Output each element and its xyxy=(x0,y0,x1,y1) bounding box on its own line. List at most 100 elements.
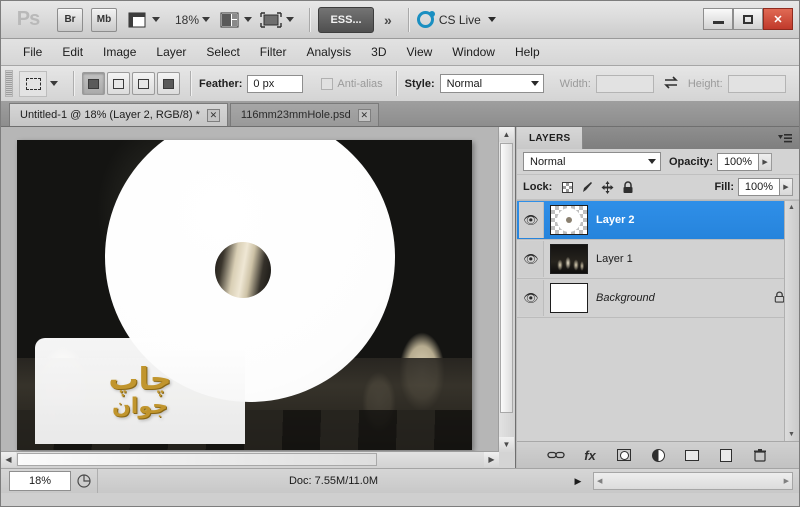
layer-thumbnail[interactable] xyxy=(550,205,588,235)
view-extras-icon[interactable] xyxy=(125,9,149,31)
scroll-down-icon[interactable]: ▼ xyxy=(499,437,514,452)
scroll-up-icon[interactable]: ▲ xyxy=(499,127,514,142)
delete-layer-icon[interactable] xyxy=(751,446,769,464)
panel-menu-icon[interactable] xyxy=(771,127,799,149)
menu-analysis[interactable]: Analysis xyxy=(296,42,361,62)
menu-image[interactable]: Image xyxy=(93,42,146,62)
menu-window[interactable]: Window xyxy=(442,42,505,62)
launch-mini-bridge-button[interactable]: Mb xyxy=(91,7,117,32)
arrange-documents-icon[interactable] xyxy=(259,9,283,31)
zoom-chevron-down-icon[interactable] xyxy=(202,17,211,22)
layer-name[interactable]: Layer 2 xyxy=(596,214,795,226)
workspace-more-button[interactable]: » xyxy=(384,12,392,28)
scroll-right-icon[interactable]: ▶ xyxy=(484,452,499,467)
lock-all-icon[interactable] xyxy=(619,179,636,196)
style-select[interactable]: Normal xyxy=(439,74,544,93)
layers-scroll-up-icon[interactable]: ▲ xyxy=(785,201,798,214)
workspace-switcher-button[interactable]: ESS... xyxy=(318,6,375,33)
status-expand-icon[interactable]: ▶ xyxy=(569,469,587,493)
layer-visibility-toggle[interactable]: 👁 xyxy=(519,241,544,277)
layer-name[interactable]: Background xyxy=(596,292,774,304)
intersect-with-selection-button[interactable] xyxy=(157,72,180,95)
minimize-button[interactable] xyxy=(703,8,733,30)
canvas-area[interactable]: چاپ جوان ▲ ▼ ◀ ▶ xyxy=(1,127,516,468)
close-button[interactable]: ✕ xyxy=(763,8,793,30)
new-adjustment-layer-icon[interactable] xyxy=(649,446,667,464)
width-input[interactable] xyxy=(595,74,654,93)
height-label: Height: xyxy=(687,77,723,90)
layer-visibility-toggle[interactable]: 👁 xyxy=(519,202,544,238)
layers-scroll-down-icon[interactable]: ▼ xyxy=(785,428,798,441)
view-extras-chevron-down-icon[interactable] xyxy=(152,17,160,22)
tool-preset-chevron-down-icon[interactable] xyxy=(50,81,58,86)
new-group-icon[interactable] xyxy=(683,446,701,464)
blend-mode-chevron-down-icon xyxy=(648,159,656,164)
layer-visibility-toggle[interactable]: 👁 xyxy=(519,280,544,316)
layer-thumbnail[interactable] xyxy=(550,283,588,313)
status-zoom-input[interactable]: 18% xyxy=(9,471,71,491)
new-selection-button[interactable] xyxy=(82,72,105,95)
arrange-documents-chevron-down-icon[interactable] xyxy=(286,17,295,22)
swap-width-height-icon[interactable] xyxy=(663,75,679,92)
close-icon[interactable]: ✕ xyxy=(206,108,220,122)
lock-position-icon[interactable] xyxy=(599,179,616,196)
maximize-button[interactable] xyxy=(733,8,763,30)
add-to-selection-button[interactable] xyxy=(107,72,130,95)
lock-transparent-pixels-icon[interactable] xyxy=(559,179,576,196)
anti-alias-checkbox[interactable]: Anti-alias xyxy=(321,77,387,90)
canvas-horizontal-scrollbar[interactable]: ◀ ▶ xyxy=(1,451,499,468)
tab-layers[interactable]: LAYERS xyxy=(517,127,584,149)
layer-name[interactable]: Layer 1 xyxy=(596,253,795,265)
status-scroll-right-icon[interactable]: ▶ xyxy=(784,477,789,485)
blend-mode-select[interactable]: Normal xyxy=(523,152,661,171)
layers-vertical-scrollbar[interactable]: ▲ ▼ xyxy=(784,201,799,441)
menu-help[interactable]: Help xyxy=(505,42,550,62)
feather-input[interactable]: 0 px xyxy=(247,74,304,93)
link-layers-icon[interactable] xyxy=(547,446,565,464)
height-input[interactable] xyxy=(727,74,786,93)
menu-3d[interactable]: 3D xyxy=(361,42,396,62)
scrollbar-corner xyxy=(499,452,515,468)
layer-thumbnail[interactable] xyxy=(550,244,588,274)
cs-live-chevron-down-icon[interactable] xyxy=(487,17,496,22)
launch-bridge-button[interactable]: Br xyxy=(57,7,83,32)
menu-view[interactable]: View xyxy=(396,42,442,62)
artboard[interactable]: چاپ جوان xyxy=(17,140,472,450)
subtract-from-selection-button[interactable] xyxy=(132,72,155,95)
eye-icon: 👁 xyxy=(523,213,539,227)
lock-image-pixels-icon[interactable] xyxy=(579,179,596,196)
layer-list[interactable]: 👁 Layer 2 👁 Layer 1 👁 Background ▲ ▼ xyxy=(517,200,799,441)
screen-mode-icon[interactable] xyxy=(217,9,241,31)
canvas-vscroll-thumb[interactable] xyxy=(500,143,513,413)
close-icon[interactable]: ✕ xyxy=(357,108,371,122)
menu-layer[interactable]: Layer xyxy=(146,42,196,62)
layer-row[interactable]: 👁 Background xyxy=(517,279,799,318)
document-tab-untitled-1[interactable]: Untitled-1 @ 18% (Layer 2, RGB/8) * ✕ xyxy=(9,103,228,126)
canvas-hscroll-thumb[interactable] xyxy=(17,453,377,466)
canvas-vertical-scrollbar[interactable]: ▲ ▼ xyxy=(498,127,515,452)
add-layer-mask-icon[interactable] xyxy=(615,446,633,464)
status-scrollbar[interactable]: ◀ ▶ xyxy=(593,472,793,490)
status-scroll-left-icon[interactable]: ◀ xyxy=(597,477,602,485)
options-bar-grip[interactable] xyxy=(5,70,13,97)
fill-input[interactable]: 100% xyxy=(738,178,780,196)
add-layer-style-icon[interactable]: fx xyxy=(581,446,599,464)
layer-row[interactable]: 👁 Layer 2 xyxy=(517,201,799,240)
watermark-text: چاپ جوان xyxy=(108,363,171,418)
layer-row[interactable]: 👁 Layer 1 xyxy=(517,240,799,279)
new-layer-icon[interactable] xyxy=(717,446,735,464)
cs-live-menu[interactable]: CS Live xyxy=(416,11,496,28)
document-preview-icon[interactable] xyxy=(71,469,97,493)
menu-filter[interactable]: Filter xyxy=(250,42,297,62)
document-tab-116mm23mmhole[interactable]: 116mm23mmHole.psd ✕ xyxy=(229,103,379,126)
menu-select[interactable]: Select xyxy=(196,42,249,62)
rectangular-marquee-icon[interactable] xyxy=(19,70,47,97)
canvas-viewport[interactable]: چاپ جوان xyxy=(1,127,499,452)
fill-stepper[interactable]: ▶ xyxy=(780,178,793,196)
menu-edit[interactable]: Edit xyxy=(52,42,93,62)
opacity-stepper[interactable]: ▶ xyxy=(759,152,773,171)
scroll-left-icon[interactable]: ◀ xyxy=(1,452,16,467)
screen-mode-chevron-down-icon[interactable] xyxy=(244,17,253,22)
opacity-input[interactable]: 100% xyxy=(717,152,760,171)
menu-file[interactable]: File xyxy=(13,42,52,62)
